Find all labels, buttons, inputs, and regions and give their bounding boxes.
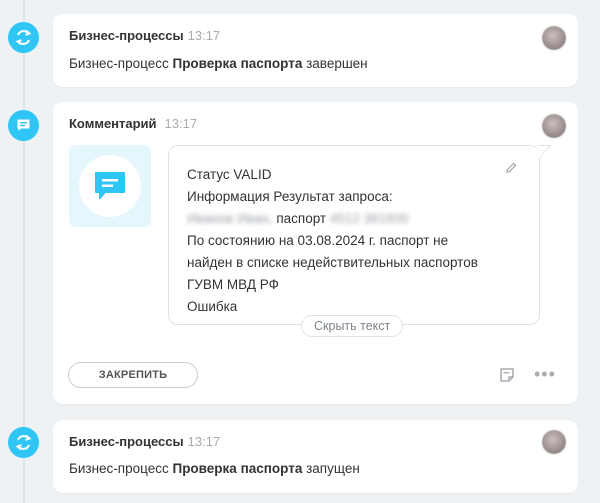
event-time: 13:17	[187, 434, 221, 449]
event-time: 13:17	[187, 28, 221, 43]
process-name[interactable]: Проверка паспорта	[172, 461, 302, 476]
event-title: Бизнес-процессы 13:17	[69, 434, 220, 449]
comment-title-text: Комментарий	[69, 116, 157, 131]
avatar[interactable]	[542, 26, 566, 50]
event-title: Бизнес-процессы 13:17	[69, 28, 220, 43]
comment-time: 13:17	[164, 116, 198, 131]
event-text-suffix: завершен	[306, 56, 368, 71]
hide-text-button[interactable]: Скрыть текст	[301, 315, 404, 337]
chat-bubble-large-icon	[95, 172, 125, 199]
info-line: Информация Результат запроса:	[187, 189, 393, 204]
passport-label: паспорт	[276, 211, 327, 226]
chat-bubble-icon	[8, 110, 39, 141]
bp-refresh-icon	[8, 22, 39, 53]
passport-line: Иванов Иван, паспорт 4512 381600	[187, 208, 521, 230]
state-line-1: По состоянию на 03.08.2024 г. паспорт не	[187, 233, 449, 248]
pencil-icon[interactable]	[505, 162, 517, 174]
comment-thumbnail	[69, 145, 151, 227]
avatar[interactable]	[542, 430, 566, 454]
process-name[interactable]: Проверка паспорта	[172, 56, 302, 71]
pin-button[interactable]: ЗАКРЕПИТЬ	[68, 362, 198, 388]
event-text-suffix: запущен	[306, 461, 360, 476]
bp-refresh-icon	[8, 427, 39, 458]
event-card-bp-finished: Бизнес-процессы 13:17 Бизнес-процесс Пров…	[53, 14, 578, 87]
blurred-name: Иванов Иван,	[187, 211, 273, 226]
state-line-2: найден в списке недействительных паспорт…	[187, 255, 478, 270]
comment-bubble: Статус VALID Информация Результат запрос…	[168, 145, 552, 325]
event-title-text: Бизнес-процессы	[69, 434, 184, 449]
comment-title: Комментарий 13:17	[69, 116, 197, 131]
blurred-passport-number: 4512 381600	[329, 211, 409, 226]
more-dots-icon[interactable]: •••	[534, 364, 556, 385]
status-line: Статус VALID	[187, 167, 272, 182]
avatar[interactable]	[542, 114, 566, 138]
bubble-tail	[528, 145, 552, 157]
event-text-prefix: Бизнес-процесс	[69, 56, 169, 71]
event-title-text: Бизнес-процессы	[69, 28, 184, 43]
event-card-bp-started: Бизнес-процессы 13:17 Бизнес-процесс Пров…	[53, 420, 578, 493]
note-icon[interactable]	[499, 367, 515, 383]
event-text-prefix: Бизнес-процесс	[69, 461, 169, 476]
comment-card: Комментарий 13:17 Статус VALID Информация…	[53, 102, 578, 404]
state-line-3: ГУВМ МВД РФ	[187, 277, 279, 292]
event-text: Бизнес-процесс Проверка паспорта заверше…	[69, 56, 368, 71]
event-text: Бизнес-процесс Проверка паспорта запущен	[69, 461, 360, 476]
